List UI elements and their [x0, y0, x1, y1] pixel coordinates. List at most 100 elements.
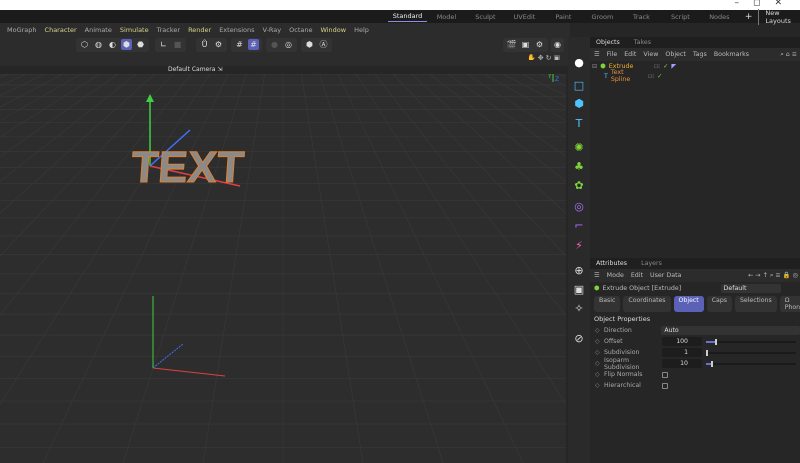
deformer-icon[interactable]: ✿	[572, 179, 586, 193]
property-slider[interactable]	[706, 338, 796, 345]
menu-user-data[interactable]: User Data	[650, 272, 681, 279]
property-field[interactable]: 100 cm	[662, 337, 702, 354]
snap-settings-icon[interactable]: ⚙	[213, 39, 224, 50]
property-checkbox[interactable]	[662, 371, 668, 378]
minimize-button[interactable]: –	[734, 0, 753, 8]
menu-window[interactable]: Window	[320, 26, 346, 34]
menu-animate[interactable]: Animate	[85, 26, 112, 34]
spline-icon[interactable]: ⌐	[572, 219, 586, 233]
menu-file[interactable]: File	[607, 51, 618, 58]
layout-tab-track[interactable]: Track	[622, 13, 661, 21]
texture-mode-icon[interactable]: ⬣	[135, 39, 146, 50]
joint-icon[interactable]: ⚡	[572, 239, 586, 253]
subtab-2[interactable]: Object	[673, 296, 704, 312]
cube-icon[interactable]: ⬢	[304, 39, 315, 50]
property-field[interactable]: 1	[662, 348, 702, 357]
visibility-icon[interactable]: ▫⁝	[654, 63, 660, 70]
edges-mode-icon[interactable]: ◍	[93, 39, 104, 50]
tab-attributes[interactable]: Attributes	[596, 260, 627, 267]
menu-octane[interactable]: Octane	[289, 26, 312, 34]
keyframe-diamond-icon[interactable]: ◇	[595, 338, 604, 345]
light-icon[interactable]: ✧	[572, 302, 586, 316]
menu-v-ray[interactable]: V-Ray	[263, 26, 282, 34]
keyframe-diamond-icon[interactable]: ◇	[595, 360, 604, 367]
nav-icons[interactable]: ← → ↑ ⌕ ≡ 🔒 ◎	[748, 271, 800, 280]
workplane-icon[interactable]: ■	[172, 39, 183, 50]
layout-tab-sculpt[interactable]: Sculpt	[466, 13, 505, 21]
render-view-icon[interactable]: 🎬	[506, 39, 517, 50]
magnet-icon[interactable]: Ů	[199, 39, 210, 50]
property-slider[interactable]	[706, 349, 796, 356]
preset-dropdown[interactable]: Default	[720, 283, 781, 293]
menu-extensions[interactable]: Extensions	[219, 26, 254, 34]
tab-objects[interactable]: Objects	[596, 39, 620, 46]
generator-icon[interactable]: ✺	[572, 141, 586, 155]
menu-tags[interactable]: Tags	[693, 51, 707, 58]
layout-tab-standard[interactable]: Standard	[388, 11, 427, 22]
menu-tracker[interactable]: Tracker	[157, 26, 180, 34]
tab-takes[interactable]: Takes	[634, 39, 651, 46]
field-icon[interactable]: ◎	[572, 200, 586, 214]
edit-icon[interactable]: ⊘	[572, 332, 586, 346]
menu-help[interactable]: Help	[354, 26, 369, 34]
enabled-check-icon[interactable]: ✓	[657, 73, 662, 80]
add-layout-button[interactable]: +	[745, 12, 753, 22]
visibility-icon[interactable]: ▫⁝	[648, 73, 654, 80]
direction-dropdown[interactable]: Auto	[661, 326, 800, 335]
enabled-check-icon[interactable]: ✓	[663, 63, 668, 70]
rectangle-icon[interactable]: □	[572, 79, 586, 93]
grid-snap-icon[interactable]: #	[248, 39, 259, 50]
camera-icon[interactable]: ▣	[572, 283, 586, 297]
model-mode-icon[interactable]: ⬢	[121, 39, 132, 50]
menu-simulate[interactable]: Simulate	[120, 26, 149, 34]
layout-tab-model[interactable]: Model	[427, 13, 466, 21]
menu-bookmarks[interactable]: Bookmarks	[714, 51, 749, 58]
menu-character[interactable]: Character	[45, 26, 77, 34]
tab-layers[interactable]: Layers	[641, 260, 662, 267]
cloner-icon[interactable]: ♣	[572, 160, 586, 174]
menu-object[interactable]: Object	[665, 51, 686, 58]
camera-label[interactable]: Default Camera ⇲	[168, 66, 222, 73]
property-slider[interactable]	[706, 360, 796, 367]
object-name[interactable]: Text Spline	[611, 69, 645, 83]
subtab-3[interactable]: Caps	[706, 296, 732, 312]
camera-name[interactable]: Default Camera	[168, 66, 215, 73]
keyframe-diamond-icon[interactable]: ◇	[595, 371, 604, 378]
keyframe-diamond-icon[interactable]: ◇	[595, 327, 604, 334]
keyframe-icon[interactable]: ◎	[283, 39, 294, 50]
layout-tab-groom[interactable]: Groom	[583, 13, 622, 21]
layout-tab-uvedit[interactable]: UVEdit	[505, 13, 544, 21]
keyframe-diamond-icon[interactable]: ◇	[595, 382, 604, 389]
new-layouts-button[interactable]: New Layouts	[758, 8, 800, 25]
record-icon[interactable]: ●	[269, 39, 280, 50]
grid-icon[interactable]: #	[234, 39, 245, 50]
menu-edit[interactable]: Edit	[624, 51, 636, 58]
menu-render[interactable]: Render	[188, 26, 211, 34]
tag-icon[interactable]: ◤	[671, 63, 676, 70]
cube-primitive-icon[interactable]: ⬢	[572, 97, 586, 111]
layout-tab-paint[interactable]: Paint	[544, 13, 583, 21]
subtab-1[interactable]: Coordinates	[623, 296, 671, 312]
menu-mode[interactable]: Mode	[607, 272, 624, 279]
material-icon[interactable]: ◉	[552, 39, 563, 50]
menu-edit[interactable]: Edit	[631, 272, 643, 279]
globe-icon[interactable]: ⊕	[572, 264, 586, 278]
points-mode-icon[interactable]: ⬡	[79, 39, 90, 50]
keyframe-diamond-icon[interactable]: ◇	[595, 349, 604, 356]
subtab-5[interactable]: Ω Phong	[779, 296, 800, 312]
text-tool-icon[interactable]: T	[572, 117, 586, 131]
hamburger-icon[interactable]: ☰	[594, 272, 600, 279]
render-picture-icon[interactable]: ▣	[520, 39, 531, 50]
window-controls[interactable]: –◻✕	[734, 0, 796, 8]
3d-viewport[interactable]: TEXT Y Z	[0, 74, 566, 463]
render-settings-icon[interactable]: ⚙	[534, 39, 545, 50]
maximize-button[interactable]: ◻	[753, 0, 774, 8]
polygons-mode-icon[interactable]: ◐	[107, 39, 118, 50]
select-icon[interactable]: ●	[572, 56, 586, 70]
menu-mograph[interactable]: MoGraph	[7, 26, 37, 34]
layout-tab-nodes[interactable]: Nodes	[700, 13, 739, 21]
search-icon[interactable]: ⌕ ⌂ ≡	[780, 51, 800, 59]
property-field[interactable]: 10	[662, 359, 702, 368]
close-button[interactable]: ✕	[774, 0, 796, 8]
subtab-4[interactable]: Selections	[734, 296, 777, 312]
